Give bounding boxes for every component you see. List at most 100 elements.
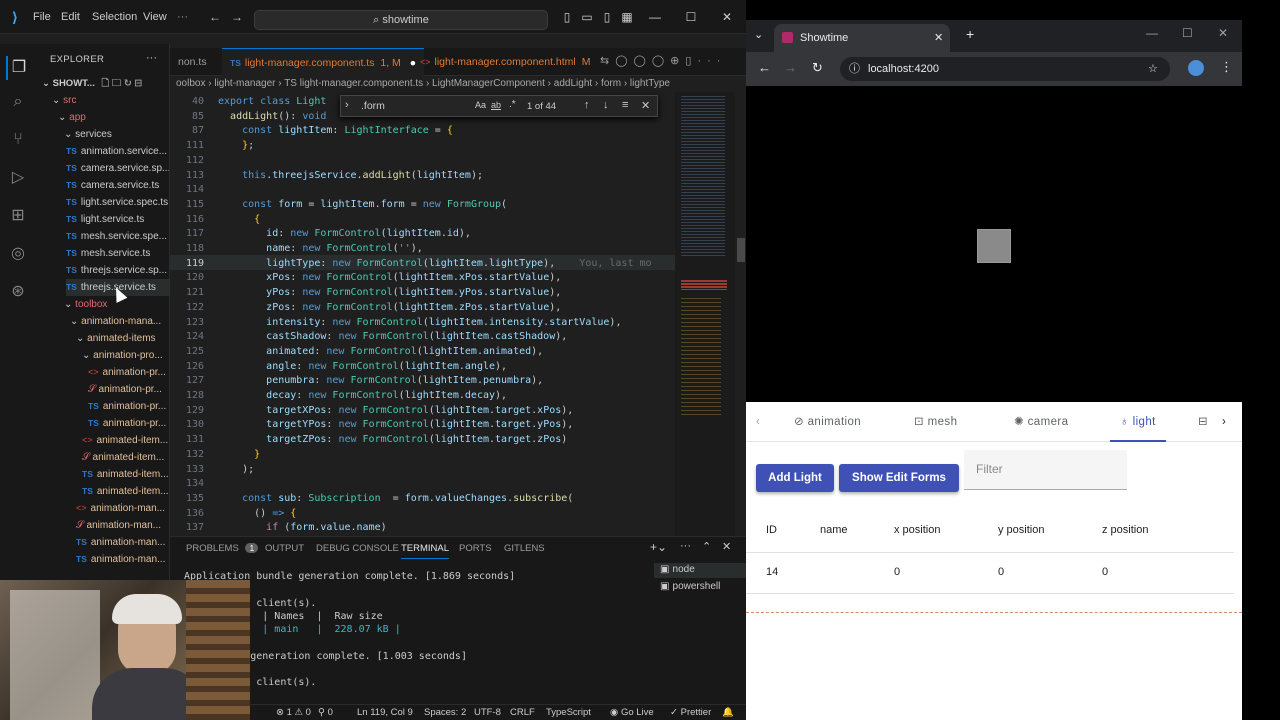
menu-more-icon[interactable]: ···: [177, 0, 188, 34]
status-indentation[interactable]: Spaces: 2: [424, 705, 466, 720]
panel-tab-output[interactable]: OUTPUT: [265, 543, 304, 554]
tree-file[interactable]: TS animation-man...: [76, 534, 169, 551]
tree-folder[interactable]: ⌄ src: [52, 92, 169, 109]
table-row[interactable]: [746, 553, 1234, 593]
profile-avatar[interactable]: [1188, 60, 1204, 76]
tabs-scroll-left-icon[interactable]: ‹: [756, 402, 760, 442]
whole-word-icon[interactable]: ab: [491, 100, 501, 110]
tree-folder[interactable]: ⌄ app: [58, 109, 169, 126]
tree-file[interactable]: TS camera.service.sp...: [66, 160, 169, 177]
status-encoding[interactable]: UTF-8: [474, 705, 501, 720]
browser-maximize-icon[interactable]: ☐: [1182, 26, 1193, 40]
find-widget[interactable]: › .form Aa ab .* 1 of 44 ↑ ↓ ≡ ✕: [340, 95, 658, 117]
site-info-icon[interactable]: ⓘ: [849, 57, 860, 81]
tree-file[interactable]: TS animation-pr...: [88, 415, 169, 432]
regex-icon[interactable]: .*: [509, 99, 516, 110]
tree-file[interactable]: TS animation-man...: [76, 551, 169, 568]
tree-folder[interactable]: ⌄ animation-pro...: [82, 347, 169, 364]
address-bar[interactable]: ⓘ localhost:4200 ☆: [840, 57, 1170, 81]
editor-scrollbar[interactable]: [736, 92, 746, 536]
close-icon[interactable]: ✕: [716, 0, 738, 34]
extensions-icon[interactable]: ⊞: [6, 204, 30, 228]
tree-folder[interactable]: ⌄ animation-mana...: [70, 313, 169, 330]
tree-file[interactable]: TS animated-item...: [82, 483, 169, 500]
browser-close-icon[interactable]: ✕: [1218, 26, 1228, 40]
browser-menu-icon[interactable]: ⋮: [1220, 59, 1233, 75]
new-tab-icon[interactable]: +: [966, 26, 974, 42]
panel-tab-debug-console[interactable]: DEBUG CONSOLE: [316, 543, 399, 554]
panel-tab-ports[interactable]: PORTS: [459, 543, 492, 554]
tree-folder[interactable]: ⌄ animated-items: [76, 330, 169, 347]
tree-file[interactable]: TS camera.service.ts: [66, 177, 169, 194]
workspace-header[interactable]: ⌄ SHOWT... 🗋 🗀 ↻ ⊟: [42, 76, 143, 92]
tab-light-manager-ts[interactable]: TS light-manager.component.ts 1, M ●: [222, 48, 425, 76]
tree-file[interactable]: <> animation-man...: [76, 500, 169, 517]
new-folder-icon[interactable]: 🗀: [112, 78, 122, 89]
tab-more-icon[interactable]: ⊟: [1198, 402, 1208, 442]
tree-file[interactable]: TS mesh.service.spe...: [66, 228, 169, 245]
chevron-right-icon[interactable]: ›: [345, 99, 349, 111]
tab-non[interactable]: non.ts: [170, 48, 215, 76]
new-file-icon[interactable]: 🗋: [101, 78, 109, 89]
tab-light-manager-html[interactable]: <> light-manager.component.html M: [412, 48, 598, 76]
tree-file[interactable]: TS animated-item...: [82, 466, 169, 483]
find-in-selection-icon[interactable]: ≡: [622, 99, 628, 111]
tree-file[interactable]: 𝒮 animation-pr...: [88, 381, 169, 398]
tree-file[interactable]: <> animation-pr...: [88, 364, 169, 381]
menu-edit[interactable]: Edit: [61, 0, 80, 34]
browser-forward-icon[interactable]: →: [784, 60, 797, 75]
command-center[interactable]: ⌕ showtime: [254, 10, 548, 30]
editor-actions[interactable]: ⇆◯◯◯⊕▯···: [600, 54, 726, 67]
panel-tab-problems[interactable]: PROBLEMS 1: [186, 543, 259, 554]
tab-search-icon[interactable]: ⌄: [754, 28, 763, 41]
toggle-secondary-icon[interactable]: ▯: [596, 0, 618, 34]
refresh-icon[interactable]: ↻: [124, 78, 132, 89]
status-prettier[interactable]: ✓ Prettier: [670, 705, 711, 720]
browser-reload-icon[interactable]: ↻: [812, 60, 823, 76]
menu-selection[interactable]: Selection: [92, 0, 137, 34]
tab-camera[interactable]: ✺ camera: [1014, 402, 1068, 442]
show-edit-forms-button[interactable]: Show Edit Forms: [839, 464, 959, 492]
panel-tab-gitlens[interactable]: GITLENS: [504, 543, 545, 554]
browser-back-icon[interactable]: ←: [758, 60, 771, 75]
bookmark-star-icon[interactable]: ☆: [1148, 57, 1158, 81]
tab-mesh[interactable]: ⊡ mesh: [914, 402, 957, 442]
add-light-button[interactable]: Add Light: [756, 464, 834, 492]
close-find-icon[interactable]: ✕: [641, 99, 650, 112]
previous-match-icon[interactable]: ↑: [584, 99, 590, 111]
tree-file[interactable]: TS light.service.ts: [66, 211, 169, 228]
tree-file[interactable]: 𝒮 animation-man...: [76, 517, 169, 534]
tree-folder[interactable]: ⌄ services: [64, 126, 169, 143]
panel-more-icon[interactable]: ···: [680, 540, 691, 552]
tree-file[interactable]: 𝒮 animated-item...: [82, 449, 169, 466]
status-eol[interactable]: CRLF: [510, 705, 535, 720]
back-arrow-icon[interactable]: ←: [204, 0, 226, 34]
status-errors[interactable]: ⊗ 1 ⚠ 0: [276, 705, 311, 720]
close-panel-icon[interactable]: ✕: [722, 540, 731, 553]
tree-file[interactable]: TS animation.service...: [66, 143, 169, 160]
maximize-panel-icon[interactable]: ⌃: [702, 540, 711, 553]
toggle-sidebar-icon[interactable]: ▯: [556, 0, 578, 34]
menu-view[interactable]: View: [143, 0, 167, 34]
forward-arrow-icon[interactable]: →: [226, 0, 248, 34]
tabs-scroll-right-icon[interactable]: ›: [1222, 402, 1226, 442]
tree-file[interactable]: <> animated-item...: [82, 432, 169, 449]
minimize-icon[interactable]: —: [644, 0, 666, 34]
new-terminal-icon[interactable]: +⌄: [650, 540, 667, 554]
search-icon[interactable]: ⌕: [6, 90, 30, 114]
terminal-list-item-node[interactable]: ▣ node: [654, 563, 746, 578]
browser-tab-showtime[interactable]: Showtime ✕: [774, 24, 950, 52]
timeline-icon[interactable]: ⊛: [6, 280, 30, 304]
status-language[interactable]: TypeScript: [546, 705, 591, 720]
status-cursor-position[interactable]: Ln 119, Col 9: [357, 705, 413, 720]
menu-file[interactable]: File: [33, 0, 51, 34]
terminal-list-item-powershell[interactable]: ▣ powershell: [654, 580, 746, 595]
close-tab-icon[interactable]: ✕: [934, 24, 943, 52]
breadcrumb[interactable]: oolbox › light-manager › TS light-manage…: [170, 76, 746, 92]
browser-minimize-icon[interactable]: —: [1146, 26, 1158, 40]
status-go-live[interactable]: ◉ Go Live: [610, 705, 654, 720]
next-match-icon[interactable]: ↓: [603, 99, 609, 111]
collapse-icon[interactable]: ⊟: [135, 78, 143, 89]
tab-light[interactable]: ♁ light: [1110, 402, 1166, 442]
tree-file[interactable]: TS mesh.service.ts: [66, 245, 169, 262]
